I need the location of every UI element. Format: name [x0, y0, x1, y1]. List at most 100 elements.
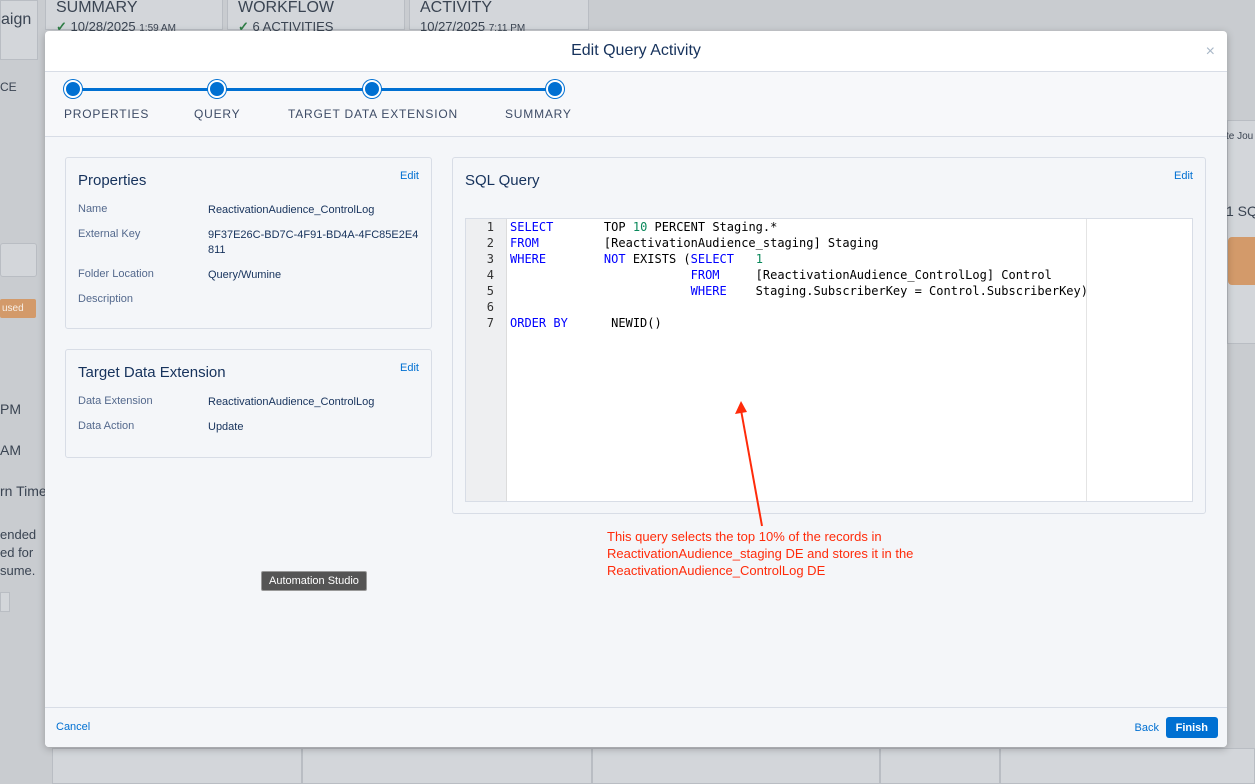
- property-key: External Key: [78, 228, 141, 240]
- sql-keyword: ORDER BY: [510, 316, 568, 330]
- annotation-note: This query selects the top 10% of the re…: [607, 529, 914, 578]
- finish-button[interactable]: Finish: [1165, 717, 1218, 738]
- property-key: Data Extension: [78, 395, 153, 407]
- code-line-1: SELECT TOP 10 PERCENT Staging.*: [510, 220, 778, 234]
- bg-footer-card: [880, 748, 1000, 784]
- cancel-button[interactable]: Cancel: [56, 721, 90, 733]
- sql-number: 10: [632, 220, 648, 234]
- bg-card-title: WORKFLOW: [238, 0, 334, 16]
- sql-keyword: WHERE: [690, 284, 727, 298]
- bg-fragment: sume.: [0, 563, 36, 578]
- bg-button: [0, 592, 10, 612]
- code-line-3: WHERE NOT EXISTS (SELECT 1: [510, 252, 763, 266]
- target-row-data-action: Data Action Update: [78, 420, 423, 435]
- bg-fragment: te Jou: [1226, 131, 1254, 142]
- sql-keyword: SELECT: [510, 220, 554, 234]
- property-value: [208, 293, 423, 305]
- properties-edit-link[interactable]: Edit: [400, 170, 419, 182]
- modal-header: Edit Query Activity ×: [45, 31, 1227, 72]
- bg-footer-card: [302, 748, 592, 784]
- line-number: 2: [486, 236, 494, 250]
- sql-keyword: SELECT: [690, 252, 734, 266]
- line-number: 3: [486, 252, 494, 266]
- property-key: Name: [78, 203, 108, 215]
- close-icon[interactable]: ×: [1206, 43, 1215, 61]
- bg-footer-card: [1000, 748, 1255, 784]
- sql-keyword: FROM: [510, 236, 539, 250]
- sql-keyword: FROM: [690, 268, 720, 282]
- code-line-2: FROM [ReactivationAudience_staging] Stag…: [510, 236, 879, 250]
- step-label: QUERY: [194, 107, 241, 121]
- panel-title: Properties: [78, 172, 147, 189]
- bg-fragment: rn Time: [0, 483, 47, 499]
- bg-input: [0, 243, 37, 277]
- code-line-7: ORDER BY NEWID(): [510, 316, 662, 330]
- modal-title: Edit Query Activity: [571, 42, 701, 59]
- property-row-external-key: External Key 9F37E26C-BD7C-4F91-BD4A-4FC…: [78, 228, 423, 258]
- line-number: 5: [486, 284, 494, 298]
- line-number: 1: [486, 220, 494, 234]
- progress-line: [73, 88, 555, 91]
- bg-footer-card: [592, 748, 880, 784]
- bg-fragment: aign: [1, 11, 32, 28]
- sql-keyword: WHERE: [510, 252, 547, 266]
- bg-fragment: AM: [0, 442, 21, 458]
- sql-edit-link[interactable]: Edit: [1174, 170, 1193, 182]
- bg-fragment: PM: [0, 401, 21, 417]
- bg-summary-card: SUMMARY ✓ 10/28/2025 1:59 AM: [45, 0, 223, 34]
- panel-title: SQL Query: [465, 172, 540, 189]
- sql-number: 1: [755, 252, 763, 266]
- edit-query-modal: Edit Query Activity × PROPERTIES QUERY T…: [45, 31, 1227, 747]
- property-key: Data Action: [78, 420, 135, 432]
- code-line-4: FROM [ReactivationAudience_ControlLog] C…: [690, 268, 1052, 282]
- property-value: Update: [208, 421, 244, 433]
- target-row-data-extension: Data Extension ReactivationAudience_Cont…: [78, 395, 423, 410]
- bg-workflow-card: WORKFLOW ✓ 6 ACTIVITIES: [227, 0, 405, 34]
- wizard-progress: PROPERTIES QUERY TARGET DATA EXTENSION S…: [45, 72, 1227, 137]
- line-number: 7: [486, 316, 494, 330]
- property-row-folder-location: Folder Location Query/Wumine: [78, 268, 423, 283]
- bg-footer-card: [52, 748, 302, 784]
- property-key: Folder Location: [78, 268, 154, 280]
- back-button[interactable]: Back: [1135, 722, 1159, 734]
- property-row-name: Name ReactivationAudience_ControlLog: [78, 203, 423, 218]
- step-label: SUMMARY: [505, 107, 572, 121]
- step-dot: [208, 80, 226, 98]
- bg-query-icon: [1228, 237, 1255, 285]
- bg-card-title: ACTIVITY: [420, 0, 493, 16]
- line-number: 4: [486, 268, 494, 282]
- step-dot: [363, 80, 381, 98]
- property-row-description: Description: [78, 293, 423, 305]
- bg-fragment: 1 SQ: [1226, 203, 1255, 219]
- code-line-5: WHERE Staging.SubscriberKey = Control.Su…: [690, 284, 1088, 298]
- step-dot: [546, 80, 564, 98]
- panel-title: Target Data Extension: [78, 364, 226, 381]
- target-edit-link[interactable]: Edit: [400, 362, 419, 374]
- bg-fragment: ed for: [0, 545, 34, 560]
- step-label: TARGET DATA EXTENSION: [288, 107, 458, 121]
- property-key: Description: [78, 293, 134, 305]
- modal-content: Properties Edit Name ReactivationAudienc…: [45, 137, 1227, 707]
- print-margin: [1086, 219, 1087, 501]
- line-number-gutter: 1 2 3 4 5 6 7: [466, 219, 507, 501]
- properties-panel: Properties Edit Name ReactivationAudienc…: [65, 157, 432, 329]
- bg-status-badge: used: [0, 299, 36, 318]
- line-number: 6: [486, 300, 494, 314]
- property-value: Query/Wumine: [208, 269, 282, 281]
- sql-code-editor[interactable]: 1 2 3 4 5 6 7 SELECT TOP 10 PERCENT Stag…: [465, 218, 1193, 502]
- target-data-extension-panel: Target Data Extension Edit Data Extensio…: [65, 349, 432, 458]
- bg-fragment: CE: [0, 80, 17, 94]
- property-value: 9F37E26C-BD7C-4F91-BD4A-4FC85E2E4811: [208, 229, 419, 256]
- bg-right-card: te Jou 1 SQ: [1226, 120, 1255, 344]
- bg-card-title: SUMMARY: [56, 0, 138, 16]
- bg-campaign-card: aign: [0, 0, 38, 60]
- bg-fragment: ended: [0, 527, 37, 542]
- step-dot: [64, 80, 82, 98]
- sql-query-panel: SQL Query Edit 1 2 3 4 5 6 7 SELECT TOP …: [452, 157, 1206, 514]
- bg-activity-card: ACTIVITY 10/27/2025 7:11 PM: [409, 0, 589, 34]
- sql-keyword: NOT: [603, 252, 626, 266]
- modal-footer: Cancel Back Finish: [45, 707, 1227, 747]
- step-label: PROPERTIES: [64, 107, 150, 121]
- property-value: ReactivationAudience_ControlLog: [208, 204, 375, 216]
- property-value: ReactivationAudience_ControlLog: [208, 396, 375, 408]
